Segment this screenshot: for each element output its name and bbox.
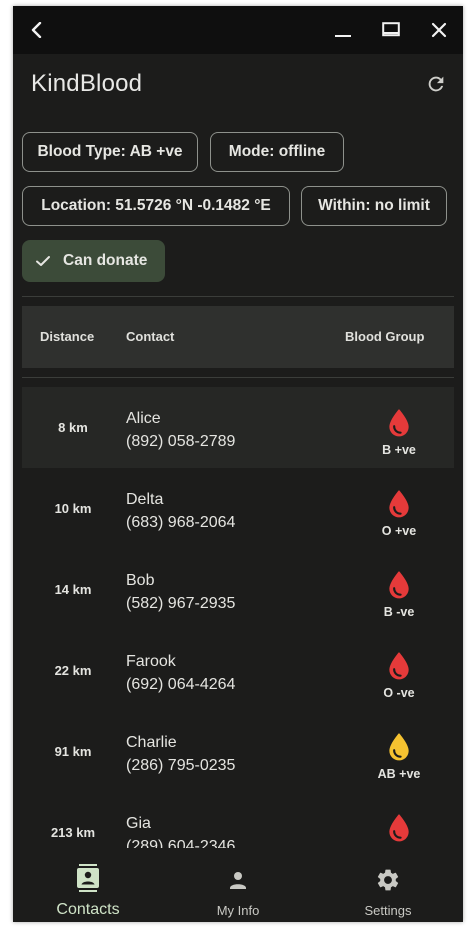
- blood-group-cell: [362, 792, 436, 848]
- table-row[interactable]: 213 km Gia (289) 604-2346: [22, 792, 454, 848]
- bottom-navigation: Contacts My Info Settings: [13, 854, 463, 922]
- blood-group-cell: O +ve: [362, 468, 436, 549]
- mode-chip[interactable]: Mode: offline: [210, 132, 344, 172]
- contact-cell: Gia (289) 604-2346: [126, 812, 235, 848]
- nav-my-info[interactable]: My Info: [163, 854, 313, 922]
- back-button[interactable]: [13, 6, 61, 54]
- contact-cell: Bob (582) 967-2935: [126, 569, 235, 615]
- contact-cell: Farook (692) 064-4264: [126, 650, 235, 696]
- nav-settings-label: Settings: [364, 903, 412, 918]
- contacts-list: 8 km Alice (892) 058-2789 B +ve 10 km De…: [22, 387, 454, 848]
- gear-icon: [356, 866, 420, 894]
- blood-group-label: B +ve: [382, 443, 416, 457]
- refresh-button[interactable]: [421, 69, 451, 99]
- header-contact[interactable]: Contact: [126, 306, 174, 368]
- blood-drop-icon: [389, 814, 409, 842]
- distance-cell: 14 km: [54, 582, 92, 597]
- blood-group-label: O +ve: [381, 524, 417, 538]
- nav-my-info-label: My Info: [216, 903, 260, 918]
- table-row[interactable]: 10 km Delta (683) 968-2064 O +ve: [22, 468, 454, 549]
- contact-phone: (289) 604-2346: [126, 838, 236, 848]
- location-chip[interactable]: Location: 51.5726 °N -0.1482 °E: [22, 186, 290, 226]
- minimize-icon: [335, 35, 351, 37]
- blood-group-cell: AB +ve: [362, 711, 436, 792]
- blood-drop-icon: [389, 652, 409, 680]
- can-donate-chip[interactable]: Can donate: [22, 240, 165, 282]
- nav-contacts[interactable]: Contacts: [13, 854, 163, 922]
- blood-drop-icon: [389, 733, 409, 761]
- maximize-button[interactable]: [367, 6, 415, 54]
- maximize-icon: [382, 22, 400, 37]
- blood-group-label: O -ve: [383, 686, 415, 700]
- app-title: KindBlood: [31, 70, 143, 97]
- table-header: Distance Contact Blood Group: [22, 306, 454, 368]
- blood-drop-icon: [389, 571, 409, 599]
- close-icon: [431, 22, 447, 38]
- contact-cell: Alice (892) 058-2789: [126, 407, 235, 453]
- contact-phone: (582) 967-2935: [126, 595, 236, 612]
- distance-cell: 8 km: [58, 420, 88, 435]
- table-row[interactable]: 8 km Alice (892) 058-2789 B +ve: [22, 387, 454, 468]
- blood-drop-icon: [389, 490, 409, 518]
- contact-name: Delta: [126, 491, 164, 508]
- contact-name: Bob: [126, 572, 155, 589]
- contact-phone: (683) 968-2064: [126, 514, 236, 531]
- contact-cell: Charlie (286) 795-0235: [126, 731, 235, 777]
- contact-phone: (286) 795-0235: [126, 757, 236, 774]
- back-icon: [31, 22, 42, 38]
- contact-name: Farook: [126, 653, 176, 670]
- within-chip[interactable]: Within: no limit: [301, 186, 447, 226]
- blood-group-cell: B +ve: [362, 387, 436, 468]
- table-row[interactable]: 14 km Bob (582) 967-2935 B -ve: [22, 549, 454, 630]
- contact-name: Alice: [126, 410, 161, 427]
- distance-cell: 91 km: [54, 744, 92, 759]
- contact-cell: Delta (683) 968-2064: [126, 488, 235, 534]
- refresh-icon: [428, 76, 444, 92]
- close-button[interactable]: [415, 6, 463, 54]
- contacts-icon: [73, 864, 103, 892]
- person-icon: [206, 866, 270, 894]
- contact-name: Charlie: [126, 734, 177, 751]
- nav-contacts-label: Contacts: [56, 901, 120, 918]
- blood-group-label: AB +ve: [377, 767, 421, 781]
- distance-cell: 213 km: [50, 825, 96, 840]
- contact-name: Gia: [126, 815, 151, 832]
- minimize-button[interactable]: [319, 6, 367, 54]
- title-bar: [13, 6, 463, 54]
- blood-type-chip[interactable]: Blood Type: AB +ve: [22, 132, 198, 172]
- blood-group-cell: O -ve: [362, 630, 436, 711]
- distance-cell: 22 km: [54, 663, 92, 678]
- app-window: KindBlood Blood Type: AB +ve Mode: offli…: [13, 6, 463, 922]
- blood-group-cell: B -ve: [362, 549, 436, 630]
- blood-group-label: B -ve: [383, 605, 415, 619]
- divider-bottom: [22, 377, 454, 378]
- nav-settings[interactable]: Settings: [313, 854, 463, 922]
- header-blood-group[interactable]: Blood Group: [345, 306, 424, 368]
- distance-cell: 10 km: [54, 501, 92, 516]
- table-row[interactable]: 22 km Farook (692) 064-4264 O -ve: [22, 630, 454, 711]
- contact-phone: (692) 064-4264: [126, 676, 236, 693]
- check-icon: [35, 254, 51, 268]
- can-donate-label: Can donate: [63, 252, 148, 269]
- contact-phone: (892) 058-2789: [126, 433, 236, 450]
- table-row[interactable]: 91 km Charlie (286) 795-0235 AB +ve: [22, 711, 454, 792]
- blood-drop-icon: [389, 409, 409, 437]
- header-distance[interactable]: Distance: [40, 306, 94, 368]
- divider-top: [22, 296, 454, 297]
